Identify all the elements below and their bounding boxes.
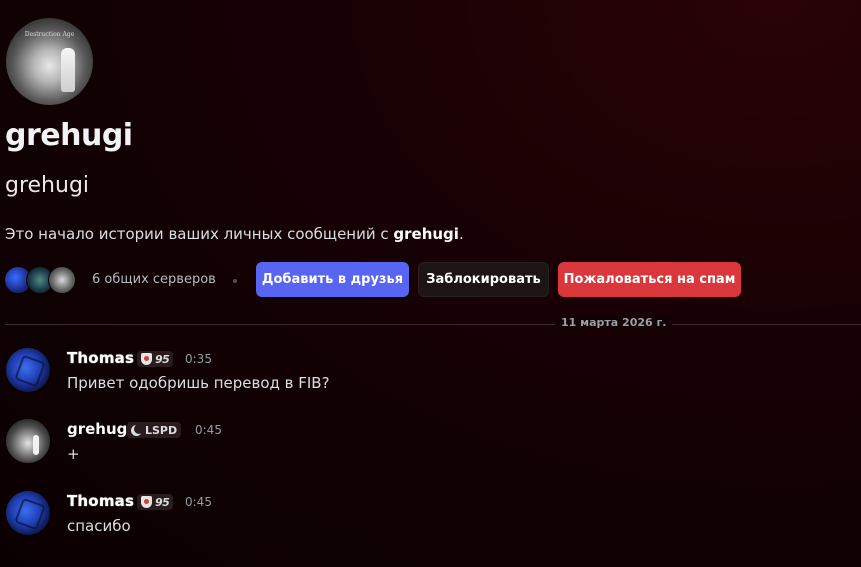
intro-suffix: . — [458, 225, 464, 243]
username: grehugi — [5, 173, 90, 198]
guild-tag[interactable]: 95 — [137, 351, 174, 367]
profile-avatar: Destruction Age — [6, 18, 93, 105]
avatar-figure — [33, 435, 39, 455]
guild-tag-text: 95 — [155, 495, 170, 509]
message-timestamp: 0:45 — [195, 423, 222, 437]
message-content: Привет одобришь перевод в FIB? — [67, 374, 330, 392]
separator-dot — [233, 279, 237, 283]
message-timestamp: 0:35 — [185, 352, 212, 366]
date-divider-label: 11 марта 2026 г. — [555, 316, 673, 329]
moon-icon — [131, 423, 144, 436]
mutual-server-avatars[interactable] — [4, 266, 78, 294]
message-author[interactable]: grehugi — [67, 420, 133, 438]
message-author[interactable]: Thomas — [67, 492, 134, 510]
dm-intro-text: Это начало истории ваших личных сообщени… — [5, 225, 464, 243]
date-divider-line — [5, 324, 861, 325]
intro-name: grehugi — [393, 225, 459, 243]
shield-icon — [141, 353, 152, 365]
mutual-servers-link[interactable]: 6 общих серверов — [92, 272, 216, 287]
display-name: grehugi — [5, 118, 133, 153]
shield-icon — [141, 496, 152, 508]
intro-prefix: Это начало истории ваших личных сообщени… — [5, 225, 394, 243]
message-author[interactable]: Thomas — [67, 349, 134, 367]
avatar-figure — [61, 48, 75, 92]
message-avatar-grehugi[interactable] — [6, 419, 50, 463]
add-friend-button[interactable]: Добавить в друзья — [256, 262, 409, 297]
guild-tag[interactable]: LSPD — [127, 422, 182, 438]
message-content: + — [67, 445, 80, 463]
message-avatar-thomas[interactable] — [6, 348, 50, 392]
block-button[interactable]: Заблокировать — [418, 262, 549, 297]
guild-tag-text: LSPD — [145, 423, 178, 437]
mutual-server-icon — [48, 266, 76, 294]
avatar-caption: Destruction Age — [24, 31, 75, 38]
message-content: спасибо — [67, 517, 131, 535]
message-avatar-thomas[interactable] — [6, 491, 50, 535]
guild-tag-text: 95 — [155, 352, 170, 366]
message-timestamp: 0:45 — [185, 495, 212, 509]
report-spam-button[interactable]: Пожаловаться на спам — [558, 262, 741, 297]
guild-tag[interactable]: 95 — [137, 494, 174, 510]
